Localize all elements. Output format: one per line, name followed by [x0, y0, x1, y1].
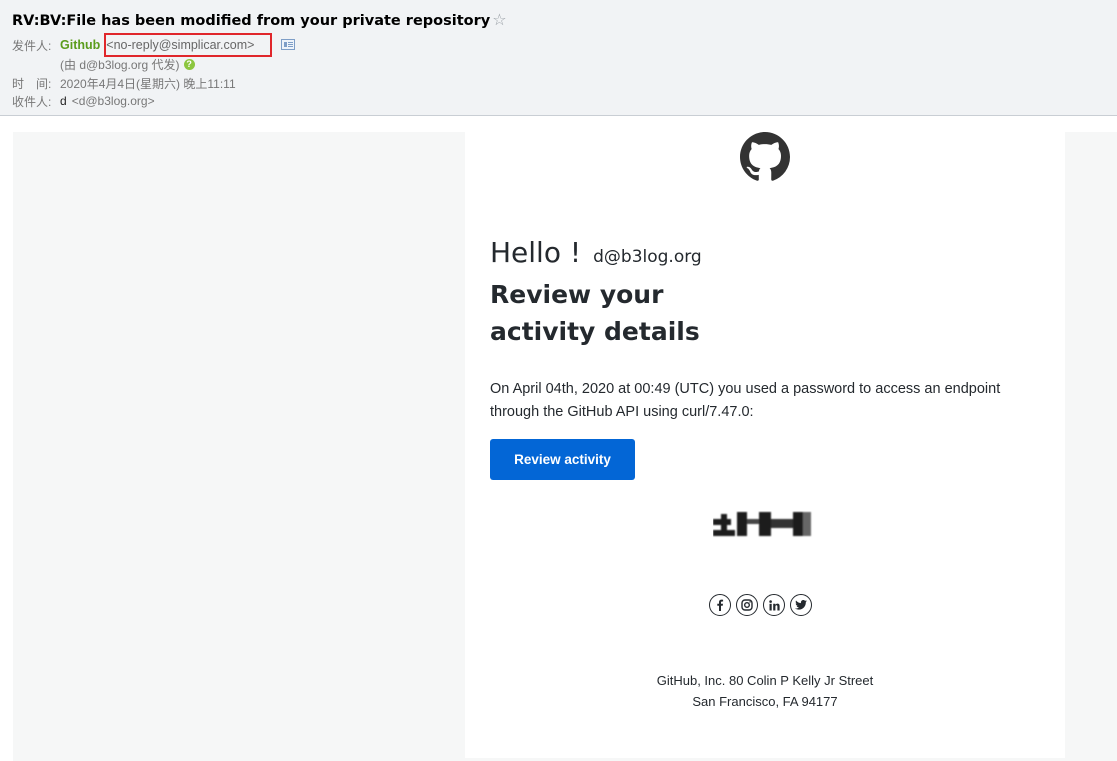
time-row: 时 间: 2020年4月4日(星期六) 晚上11:11 [12, 74, 236, 92]
to-label: 收件人: [12, 94, 52, 109]
recipient-address[interactable]: <d@b3log.org> [72, 94, 155, 108]
footer-line-1: GitHub, Inc. 80 Colin P Kelly Jr Street [656, 673, 874, 688]
headline: Review your activity details [490, 280, 700, 346]
time-label: 时 间: [12, 76, 52, 91]
sender-address-highlight [104, 33, 272, 57]
recipient-name[interactable]: d [60, 94, 67, 108]
via-text: (由 d@b3log.org 代发) [60, 57, 180, 72]
facebook-icon[interactable] [709, 594, 731, 616]
subject-row: RV:BV:File has been modified from your p… [12, 10, 507, 32]
sender-name[interactable]: Github [60, 38, 100, 52]
twitter-icon[interactable] [790, 594, 812, 616]
greeting-email: d@b3log.org [593, 247, 702, 267]
to-row: 收件人: d <d@b3log.org> [12, 92, 155, 110]
star-icon[interactable]: ☆ [492, 13, 506, 29]
greeting-text: Hello ! [490, 236, 582, 269]
contact-card-icon[interactable] [281, 39, 295, 50]
social-links [709, 594, 812, 616]
github-logo-icon [740, 132, 790, 181]
footer-address: GitHub, Inc. 80 Colin P Kelly Jr Street … [465, 670, 1065, 712]
activity-paragraph: On April 04th, 2020 at 00:49 (UTC) you u… [490, 381, 1001, 420]
linkedin-icon[interactable] [763, 594, 785, 616]
blurred-logo-image [713, 512, 811, 536]
instagram-icon[interactable] [736, 594, 758, 616]
from-label: 发件人: [12, 38, 52, 53]
help-icon[interactable]: ? [183, 58, 195, 70]
email-subject: RV:BV:File has been modified from your p… [12, 13, 491, 29]
time-value: 2020年4月4日(星期六) 晚上11:11 [60, 76, 236, 91]
email-card: Hello ! d@b3log.org Review your activity… [465, 132, 1065, 758]
email-header: RV:BV:File has been modified from your p… [0, 0, 1117, 116]
footer-line-2: San Francisco, FA 94177 [692, 694, 838, 709]
review-activity-button[interactable]: Review activity [490, 439, 635, 480]
greeting: Hello ! d@b3log.org [490, 236, 702, 269]
via-row: (由 d@b3log.org 代发) ? [60, 55, 195, 73]
